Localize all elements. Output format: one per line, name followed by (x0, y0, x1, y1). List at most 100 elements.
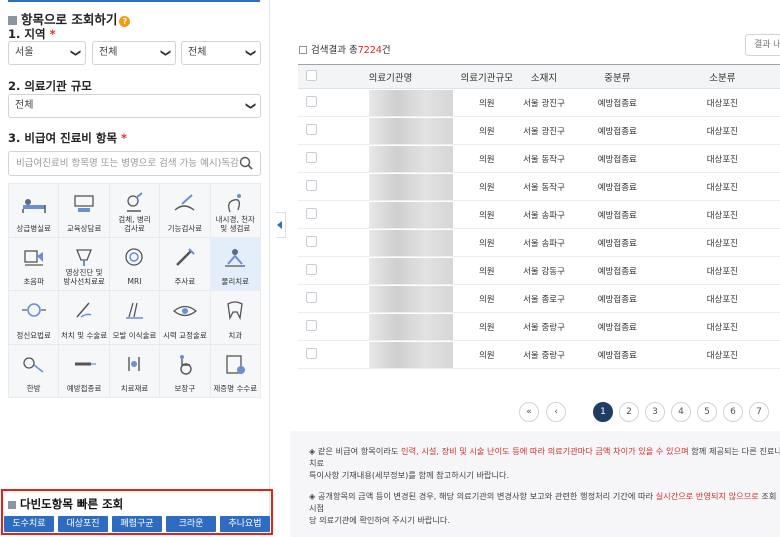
org-name-cell[interactable] (325, 88, 456, 117)
category-function-test[interactable]: 기능검사료 (160, 184, 210, 237)
sub-category-cell: 대상포진 (664, 200, 780, 229)
search-icon[interactable] (239, 156, 253, 170)
page-button-3[interactable]: 3 (645, 402, 665, 422)
list-icon (8, 501, 16, 509)
category-surgery[interactable]: 처치 및 수술료 (59, 291, 109, 344)
region-city-select[interactable]: 서울 ❯ (8, 41, 86, 65)
acupuncture-icon (23, 356, 44, 373)
category-label: 치과 (228, 330, 243, 340)
table-row[interactable]: 의원 서울 동작구 예방접종료 대상포진 (298, 144, 780, 173)
region-district-select[interactable]: 전체 ❯ (92, 41, 176, 65)
noncovered-label: 3. 비급여 진료비 항목 * (8, 131, 128, 145)
first-page-button[interactable]: « (519, 402, 539, 422)
org-name-cell[interactable] (325, 200, 456, 229)
org-name-cell[interactable] (325, 312, 456, 341)
row-checkbox[interactable] (306, 95, 318, 107)
org-name-cell[interactable] (325, 256, 456, 285)
category-microscope[interactable]: 검체, 병리 검사료 (109, 184, 160, 237)
org-name-cell[interactable] (325, 172, 456, 201)
mid-category-cell: 예방접종료 (569, 312, 665, 341)
org-size-select[interactable]: 전체 ❯ (8, 94, 261, 118)
category-xray[interactable]: 영상진단 및 방사선치료료 (59, 237, 109, 290)
physical-therapy-icon (225, 248, 246, 267)
row-checkbox[interactable] (306, 291, 318, 303)
category-tooth[interactable]: 치과 (210, 291, 260, 344)
quick-button-pneumococcal[interactable]: 폐렴구균 (112, 516, 162, 532)
category-acupuncture[interactable]: 한방 (9, 344, 59, 397)
category-counseling[interactable]: 교육상담료 (59, 184, 109, 237)
org-name-cell[interactable] (325, 340, 456, 369)
row-select-cell (298, 256, 326, 285)
table-row[interactable]: 의원 서울 송파구 예방접종료 대상포진 (298, 200, 780, 229)
table-row[interactable]: 의원 서울 광진구 예방접종료 대상포진 (298, 116, 780, 145)
row-checkbox[interactable] (306, 319, 318, 331)
row-checkbox[interactable] (306, 235, 318, 247)
category-hair-transplant[interactable]: 모발 이식술료 (109, 291, 160, 344)
table-row[interactable]: 의원 서울 광진구 예방접종료 대상포진 (298, 88, 780, 117)
row-checkbox[interactable] (306, 151, 318, 163)
table-row[interactable]: 의원 서울 중랑구 예방접종료 대상포진 (298, 340, 780, 369)
table-row[interactable]: 의원 서울 동작구 예방접종료 대상포진 (298, 172, 780, 201)
region-dong-select[interactable]: 전체 ❯ (181, 41, 261, 65)
prev-page-button[interactable]: ‹ (546, 402, 566, 422)
category-hospital-bed[interactable]: 상급병실료 (9, 184, 59, 237)
col-org-name[interactable]: 의료기관명 (325, 64, 456, 89)
collapse-panel-button[interactable] (276, 212, 286, 238)
page-button-7[interactable]: 7 (749, 402, 769, 422)
medical-material-icon (128, 356, 141, 371)
org-name-cell[interactable] (325, 228, 456, 257)
help-icon[interactable]: ? (119, 16, 131, 27)
sub-category-cell: 대상포진 (664, 88, 780, 117)
row-checkbox[interactable] (306, 207, 318, 219)
category-label: 교육상담료 (66, 223, 102, 233)
category-syringe[interactable]: 주사료 (160, 237, 210, 290)
col-sub-category[interactable]: 소분류 (664, 64, 780, 89)
org-name-cell[interactable] (325, 144, 456, 173)
quick-button-chuna[interactable]: 추나요법 (220, 516, 270, 532)
org-size-cell: 의원 (455, 228, 519, 257)
table-row[interactable]: 의원 서울 중랑구 예방접종료 대상포진 (298, 312, 780, 341)
category-physical-therapy[interactable]: 물리치료 (210, 237, 260, 290)
row-checkbox[interactable] (306, 179, 318, 191)
result-filter-input[interactable]: 결과 내 (745, 34, 780, 56)
category-brain[interactable]: 정신요법료 (9, 291, 59, 344)
table-row[interactable]: 의원 서울 강동구 예방접종료 대상포진 (298, 256, 780, 285)
mid-category-cell: 예방접종료 (569, 200, 665, 229)
row-checkbox[interactable] (306, 347, 318, 359)
mid-category-cell: 예방접종료 (569, 228, 665, 257)
page-button-5[interactable]: 5 (697, 402, 717, 422)
noncovered-search-input[interactable]: 비급여진료비 항목명 또는 병명으로 검색 가능 예시)독감 (8, 151, 261, 176)
category-mri[interactable]: MRI (109, 237, 160, 290)
page-button-1[interactable]: 1 (593, 402, 613, 422)
page-button-6[interactable]: 6 (723, 402, 743, 422)
table-row[interactable]: 의원 서울 송파구 예방접종료 대상포진 (298, 228, 780, 257)
ultrasound-icon (24, 249, 43, 266)
table-body: 의원 서울 광진구 예방접종료 대상포진 의원 서울 광진구 예방접종료 대상포진 의원 서울 동… (298, 88, 780, 369)
quick-button-dosu[interactable]: 도수치료 (4, 516, 54, 532)
org-name-cell[interactable] (325, 116, 456, 145)
category-vaccine[interactable]: 예방접종료 (59, 344, 109, 397)
category-wheelchair[interactable]: 보장구 (160, 344, 210, 397)
category-certificate[interactable]: 제증명 수수료 (210, 344, 260, 397)
col-org-size[interactable]: 의료기관규모 (455, 64, 519, 89)
row-select-cell (298, 88, 326, 117)
category-endoscope[interactable]: 내시경, 천자 및 생검료 (210, 184, 260, 237)
page-button-4[interactable]: 4 (671, 402, 691, 422)
select-all-checkbox[interactable] (306, 69, 318, 81)
col-location[interactable]: 소재지 (518, 64, 570, 89)
hospital-bed-icon (21, 199, 46, 213)
row-checkbox[interactable] (306, 263, 318, 275)
table-row[interactable]: 의원 서울 종로구 예방접종료 대상포진 (298, 284, 780, 313)
chevron-down-icon: ❯ (244, 48, 256, 58)
category-eye[interactable]: 시력 교정술료 (160, 291, 210, 344)
quick-button-crown[interactable]: 크라운 (166, 516, 216, 532)
row-checkbox[interactable] (306, 123, 318, 135)
org-size-cell: 의원 (455, 256, 519, 285)
category-ultrasound[interactable]: 초음파 (9, 237, 59, 290)
quick-button-shingles[interactable]: 대상포진 (58, 516, 108, 532)
page-button-2[interactable]: 2 (619, 402, 639, 422)
row-select-cell (298, 172, 326, 201)
category-medical-material[interactable]: 치료재료 (109, 344, 160, 397)
org-name-cell[interactable] (325, 284, 456, 313)
col-mid-category[interactable]: 중분류 (569, 64, 665, 89)
